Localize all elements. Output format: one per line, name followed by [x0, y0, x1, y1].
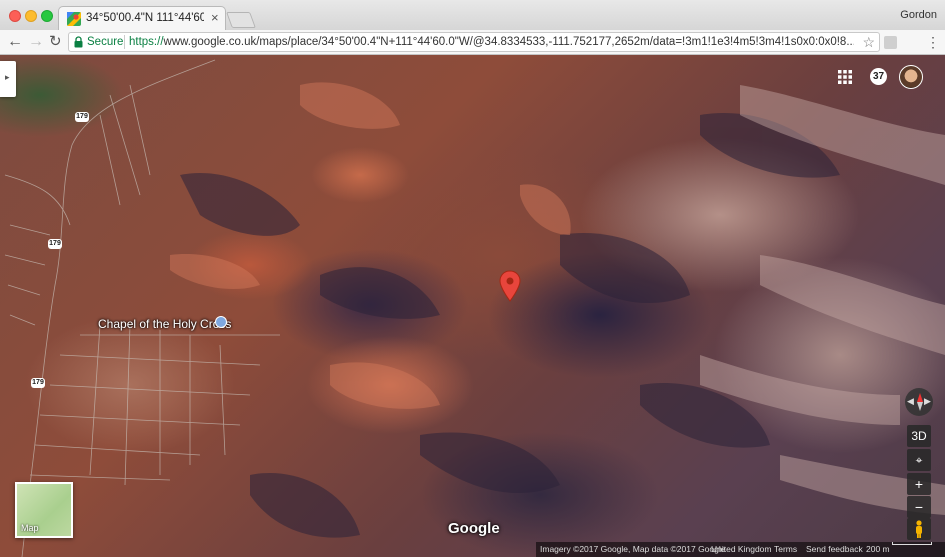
zoom-out-button[interactable]: −: [907, 496, 931, 518]
url-host: www.google.co.uk: [163, 36, 257, 48]
3d-toggle-button[interactable]: 3D: [907, 425, 931, 447]
tab-title: 34°50'00.4"N 111°44'60.0"W: [86, 12, 204, 24]
pegman-icon[interactable]: [907, 518, 931, 540]
chrome-menu-icon[interactable]: ⋮: [926, 34, 940, 51]
imagery-attribution: Imagery ©2017 Google, Map data ©2017 Goo…: [540, 544, 726, 554]
url-separator: [124, 35, 125, 49]
region-link[interactable]: United Kingdom: [711, 542, 771, 557]
map-type-toggle[interactable]: Map: [15, 482, 73, 538]
apps-grid-icon[interactable]: [838, 70, 852, 84]
red-rock-highlights: [170, 82, 571, 409]
profile-name[interactable]: Gordon: [900, 9, 937, 21]
pegman-figure-icon: [916, 520, 922, 538]
compass-south-needle: [917, 402, 923, 411]
url-path: /maps/place/34°50'00.4"N+111°44'60.0"W/@…: [256, 36, 854, 48]
place-label-chapel[interactable]: Chapel of the Holy Cross: [98, 317, 231, 331]
send-feedback-link[interactable]: Send feedback: [806, 542, 863, 557]
maximize-window-button[interactable]: [41, 10, 53, 22]
compass-north-needle: [917, 393, 923, 402]
secure-label: Secure: [87, 36, 124, 48]
expand-arrow-icon: ▸: [5, 72, 10, 82]
browser-toolbar: ← → ↻ Secure https://www.google.co.uk/ma…: [0, 30, 945, 55]
bookmark-star-icon[interactable]: ☆: [862, 34, 875, 51]
forward-arrow-icon[interactable]: →: [28, 33, 44, 51]
rotate-right-icon[interactable]: ▶: [924, 396, 931, 407]
google-logo: Google: [448, 520, 500, 537]
avatar[interactable]: [899, 65, 923, 89]
side-panel-toggle[interactable]: ▸: [0, 61, 16, 97]
rotate-left-icon[interactable]: ◀: [907, 396, 914, 407]
scale-label[interactable]: 200 m: [866, 542, 890, 557]
url-text[interactable]: https://www.google.co.uk/maps/place/34°5…: [129, 36, 854, 48]
extension-icon[interactable]: [884, 36, 897, 49]
location-marker-icon[interactable]: [499, 270, 521, 302]
satellite-map[interactable]: ▸ 37 179 179 179 Chapel of the Holy Cros…: [0, 55, 945, 557]
map-terrain-overlay: [4, 59, 945, 557]
reload-icon[interactable]: ↻: [49, 33, 62, 51]
url-scheme: https://: [129, 36, 164, 48]
scale-bar: [892, 542, 932, 545]
terms-link[interactable]: Terms: [774, 542, 797, 557]
lock-icon: [74, 36, 83, 48]
map-type-label: Map: [21, 523, 39, 533]
tab-close-icon[interactable]: ×: [211, 10, 219, 25]
tab-bar: 34°50'00.4"N 111°44'60.0"W × Gordon: [0, 0, 945, 30]
tab-active[interactable]: 34°50'00.4"N 111°44'60.0"W ×: [58, 6, 226, 30]
google-maps-favicon-icon: [67, 12, 81, 26]
address-bar[interactable]: Secure https://www.google.co.uk/maps/pla…: [68, 32, 880, 52]
my-location-icon[interactable]: ⌖: [907, 449, 931, 471]
ridge-shadows: [180, 113, 840, 538]
zoom-in-button[interactable]: +: [907, 473, 931, 495]
minimize-window-button[interactable]: [25, 10, 37, 22]
back-arrow-icon[interactable]: ←: [7, 33, 23, 51]
notification-badge[interactable]: 37: [870, 68, 887, 85]
route-shield-179-middle: 179: [48, 239, 62, 249]
route-shield-179-north: 179: [75, 112, 89, 122]
close-window-button[interactable]: [9, 10, 21, 22]
map-footer: Imagery ©2017 Google, Map data ©2017 Goo…: [536, 542, 945, 557]
place-pin-icon[interactable]: [215, 316, 227, 328]
compass-icon[interactable]: ◀ ▶: [905, 388, 933, 416]
new-tab-button[interactable]: [226, 12, 256, 28]
route-shield-179-south: 179: [31, 378, 45, 388]
